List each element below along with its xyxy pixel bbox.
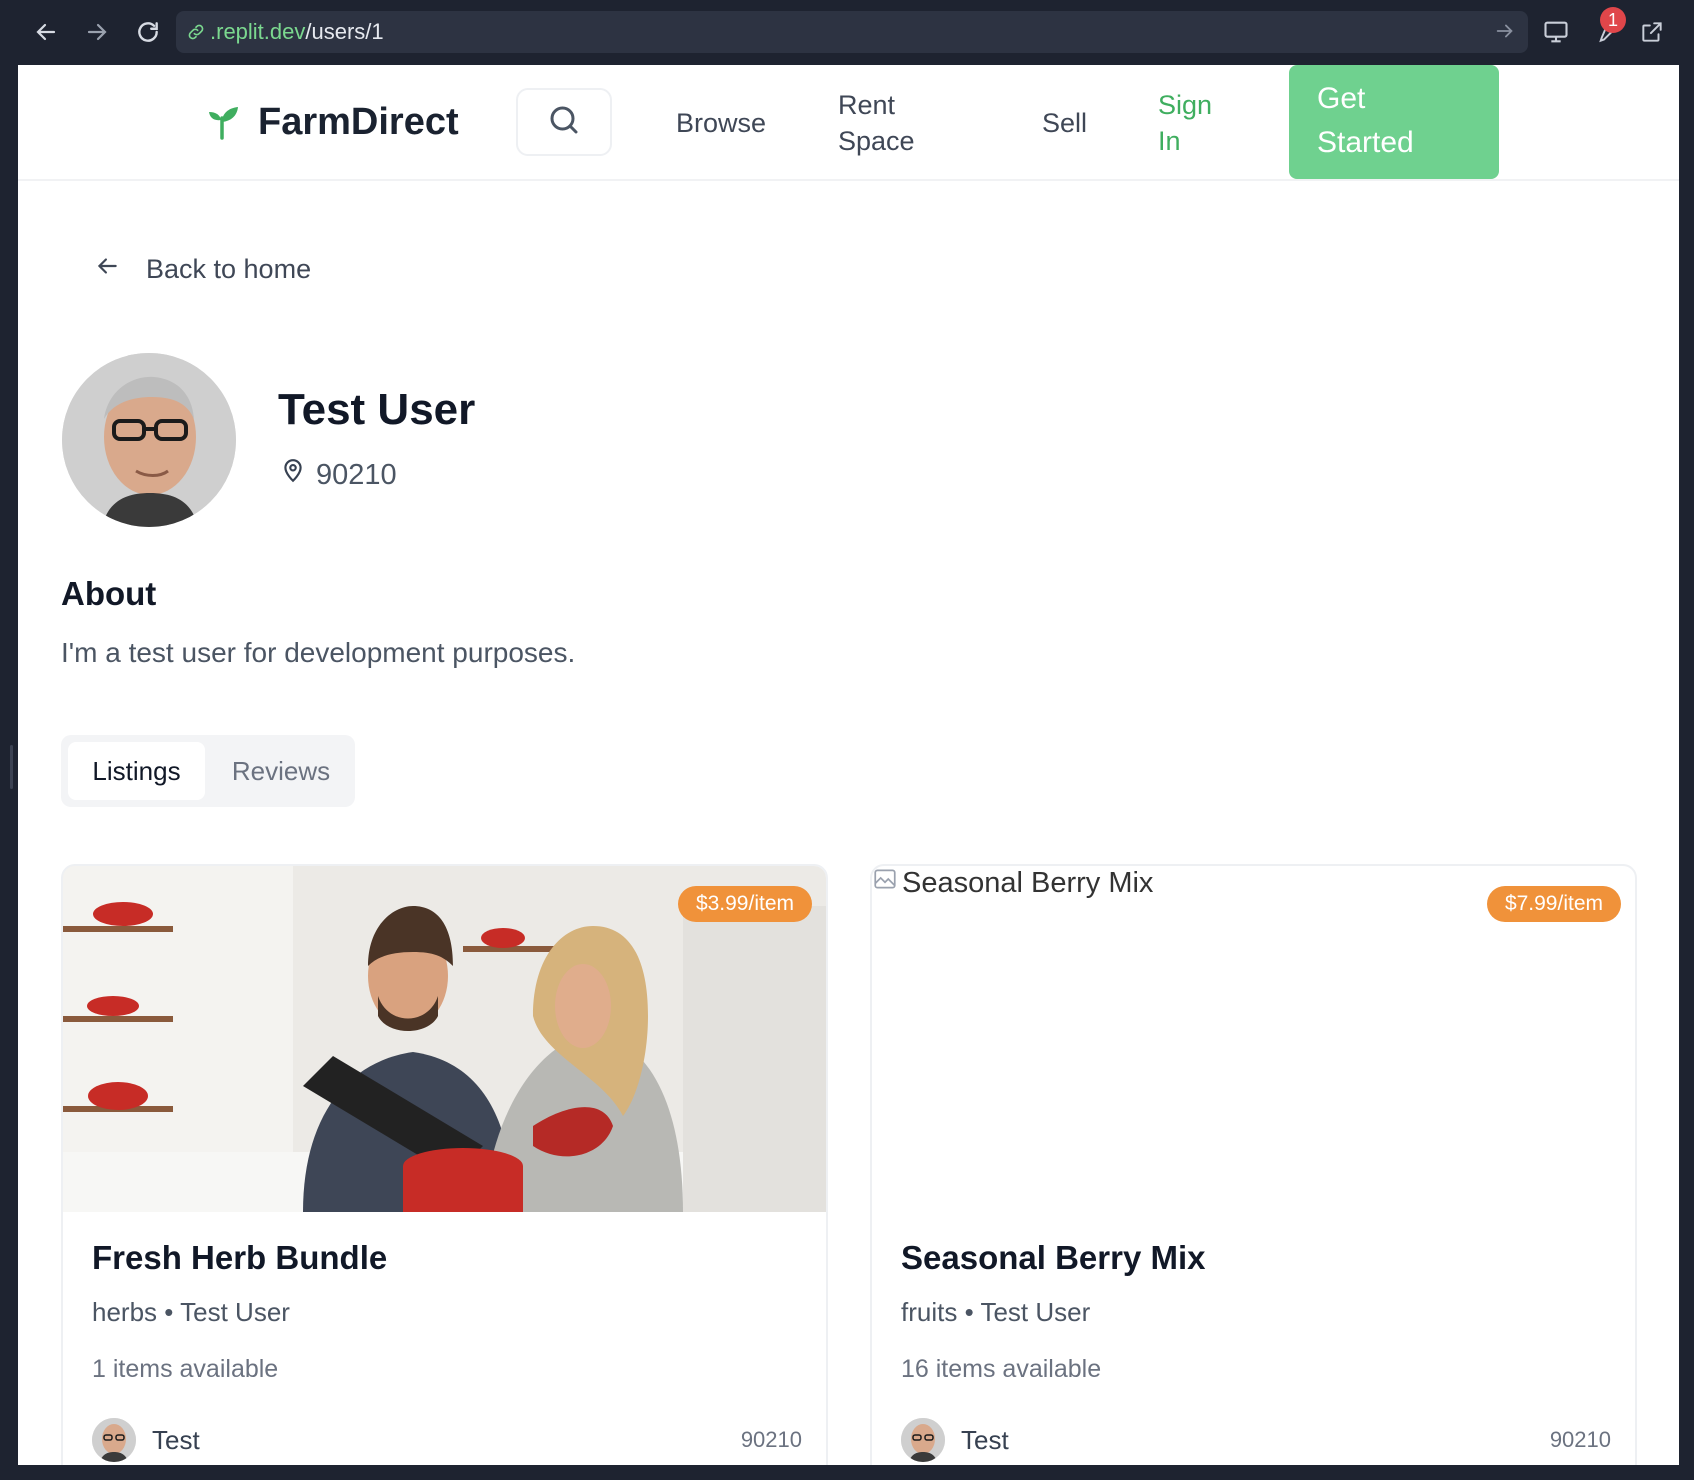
url-host: .replit.dev [210,19,306,44]
external-link-icon[interactable] [1634,14,1670,50]
tab-listings[interactable]: Listings [68,742,205,800]
listing-card[interactable]: $3.99/item Fresh Herb Bundle herbs • Tes… [61,864,828,1465]
cta-line1: Get [1317,82,1366,115]
nav-signin-line1: Sign [1158,90,1213,120]
back-arrow-icon[interactable] [28,14,64,50]
site-header: FarmDirect Browse Rent Space Sell Sign I… [18,65,1679,181]
about-text: I'm a test user for development purposes… [61,637,576,668]
listing-meta: fruits • Test User [901,1297,1090,1328]
listing-footer: Test 90210 [92,1418,802,1462]
url-path: /users/1 [305,19,384,44]
listing-card[interactable]: Seasonal Berry Mix $7.99/item Seasonal B… [870,864,1637,1465]
tab-reviews[interactable]: Reviews [215,742,347,800]
listing-meta: herbs • Test User [92,1297,290,1328]
search-icon [546,102,582,143]
listing-seller-name: Test User [980,1297,1091,1327]
nav-rent-space[interactable]: Rent Space [838,87,915,159]
listing-zip: 90210 [740,1427,802,1452]
profile-name: Test User [278,385,476,434]
page: FarmDirect Browse Rent Space Sell Sign I… [18,65,1679,1465]
sprout-icon [200,98,244,147]
reload-icon[interactable] [130,14,166,50]
monitor-icon[interactable] [1538,14,1574,50]
brand-logo[interactable]: FarmDirect [200,98,459,147]
seller-short-name: Test [152,1424,200,1455]
listing-title: Fresh Herb Bundle [92,1239,388,1276]
nav-browse[interactable]: Browse [676,105,766,141]
broken-image: Seasonal Berry Mix [872,866,1153,900]
nav-rent-line1: Rent [838,90,896,120]
listing-category: fruits [901,1297,958,1327]
listing-seller-name: Test User [180,1297,290,1327]
nav-rent-line2: Space [838,126,915,156]
left-panel-edge [0,65,18,1480]
listing-footer: Test 90210 [901,1418,1611,1462]
link-icon [186,22,206,42]
notification-badge: 1 [1600,7,1626,33]
arrow-left-icon [94,253,120,286]
seller-short-name: Test [961,1424,1009,1455]
go-arrow-icon[interactable] [1494,20,1516,48]
listing-availability: 1 items available [92,1355,279,1383]
search-button[interactable] [516,88,612,156]
image-alt-text: Seasonal Berry Mix [902,866,1154,899]
price-badge: $3.99/item [677,886,812,922]
listing-title: Seasonal Berry Mix [901,1239,1206,1276]
cta-line2: Started [1317,126,1414,159]
location-text: 90210 [316,458,397,491]
profile-tabs: Listings Reviews [61,735,355,807]
listing-availability: 16 items available [901,1355,1102,1383]
address-bar[interactable]: .replit.dev/users/1 [176,11,1528,53]
right-panel-edge [1679,65,1694,1480]
get-started-button[interactable]: Get Started [1289,65,1499,179]
browser-toolbar: .replit.dev/users/1 1 [0,0,1694,65]
seller-avatar [92,1418,136,1462]
profile-avatar [62,353,236,527]
about-heading: About [61,575,157,612]
price-badge: $7.99/item [1486,886,1621,922]
broken-image-icon [872,866,898,900]
meta-separator: • [964,1297,981,1327]
meta-separator: • [164,1297,181,1327]
brand-name: FarmDirect [258,101,459,143]
nav-signin-line2: In [1158,126,1181,156]
profile-location: 90210 [280,457,397,493]
listing-category: herbs [92,1297,158,1327]
resize-handle[interactable] [10,745,13,789]
nav-sell[interactable]: Sell [1042,105,1087,141]
seller-avatar [901,1418,945,1462]
listing-zip: 90210 [1549,1427,1611,1452]
back-to-home-link[interactable]: Back to home [94,253,311,286]
map-pin-icon [280,457,306,493]
nav-sign-in[interactable]: Sign In [1158,87,1212,159]
back-label: Back to home [146,254,312,284]
forward-arrow-icon[interactable] [79,14,115,50]
